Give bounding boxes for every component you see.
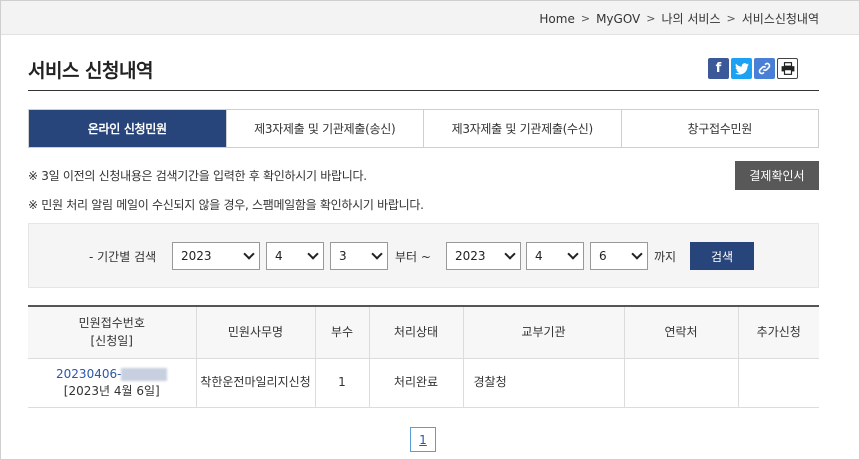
to-day-value: 6	[599, 249, 607, 263]
tab-third-party-received[interactable]: 제3자제출 및 기관제출(수신)	[423, 110, 621, 147]
chevron-down-icon	[243, 248, 255, 260]
from-month-value: 4	[275, 249, 283, 263]
col-extra-request: 추가신청	[738, 306, 819, 359]
chevron-right-icon: >	[646, 12, 656, 25]
col-contact: 연락처	[624, 306, 739, 359]
tab-counter-request[interactable]: 창구접수민원	[620, 110, 819, 147]
col-receipt-no: 민원접수번호 [신청일]	[28, 306, 197, 359]
payment-confirmation-button[interactable]: 결제확인서	[735, 161, 819, 190]
receipt-no-link[interactable]: 20230406-	[56, 367, 121, 381]
chevron-down-icon	[631, 248, 643, 260]
share-toolbar: f	[708, 58, 798, 79]
period-search-label: - 기간별 검색	[89, 250, 157, 264]
cell-copies: 1	[315, 358, 370, 408]
pagination-page-1[interactable]: 1	[410, 427, 436, 452]
link-icon[interactable]	[754, 58, 775, 79]
twitter-icon[interactable]	[731, 58, 752, 79]
chevron-down-icon	[504, 248, 516, 260]
breadcrumb-home[interactable]: Home	[539, 12, 574, 26]
col-copies: 부수	[315, 306, 370, 359]
from-year-select[interactable]: 2023	[172, 242, 260, 270]
from-month-select[interactable]: 4	[266, 242, 324, 270]
col-request-date-label: [신청일]	[90, 334, 133, 349]
redacted-text	[121, 367, 168, 381]
from-day-select[interactable]: 3	[330, 242, 388, 270]
chevron-down-icon	[567, 248, 579, 260]
to-month-value: 4	[535, 249, 543, 263]
from-year-value: 2023	[181, 249, 212, 263]
cell-agency: 경찰청	[463, 358, 625, 408]
to-year-value: 2023	[455, 249, 486, 263]
to-year-select[interactable]: 2023	[446, 242, 521, 270]
chevron-down-icon	[307, 248, 319, 260]
col-service-name: 민원사무명	[196, 306, 316, 359]
tab-online-request[interactable]: 온라인 신청민원	[29, 110, 226, 147]
page-title: 서비스 신청내역	[28, 60, 153, 82]
table-header-row: 민원접수번호 [신청일] 민원사무명 부수 처리상태 교부기관 연락처 추가신청	[28, 306, 819, 359]
to-month-select[interactable]: 4	[526, 242, 584, 270]
to-suffix: 까지	[654, 250, 677, 264]
chevron-right-icon: >	[726, 12, 736, 25]
request-history-table: 민원접수번호 [신청일] 민원사무명 부수 처리상태 교부기관 연락처 추가신청…	[28, 305, 819, 408]
chevron-down-icon	[371, 248, 383, 260]
col-receipt-no-label: 민원접수번호	[78, 316, 145, 331]
tab-bar: 온라인 신청민원 제3자제출 및 기관제출(송신) 제3자제출 및 기관제출(수…	[28, 109, 819, 148]
period-search-panel: - 기간별 검색 2023 4 3 부터 ~ 2023 4 6 까지 검색	[28, 223, 819, 288]
from-suffix: 부터 ~	[395, 250, 431, 264]
col-agency: 교부기관	[463, 306, 625, 359]
table-row: 20230406- [2023년 4월 6일] 착한운전마일리지신청 1 처리완…	[28, 358, 819, 408]
breadcrumb: Home > MyGOV > 나의 서비스 > 서비스신청내역	[539, 10, 819, 27]
cell-extra-request	[738, 358, 819, 408]
top-bar: Home > MyGOV > 나의 서비스 > 서비스신청내역	[1, 1, 859, 35]
breadcrumb-current[interactable]: 서비스신청내역	[742, 10, 819, 27]
breadcrumb-mygov[interactable]: MyGOV	[596, 12, 640, 26]
request-date: [2023년 4월 6일]	[63, 383, 160, 398]
facebook-icon[interactable]: f	[708, 58, 729, 79]
search-button[interactable]: 검색	[690, 242, 754, 270]
print-icon[interactable]	[777, 58, 798, 79]
cell-receipt-no[interactable]: 20230406- [2023년 4월 6일]	[28, 358, 197, 408]
breadcrumb-my-service[interactable]: 나의 서비스	[661, 10, 720, 27]
cell-status: 처리완료	[369, 358, 464, 408]
notice-spam-mail: ※ 민원 처리 알림 메일이 수신되지 않을 경우, 스팸메일함을 확인하시기 …	[28, 198, 424, 212]
cell-service-name: 착한운전마일리지신청	[196, 358, 316, 408]
chevron-right-icon: >	[580, 12, 591, 25]
cell-contact	[624, 358, 739, 408]
col-status: 처리상태	[369, 306, 464, 359]
title-divider	[28, 90, 819, 91]
notice-search-period: ※ 3일 이전의 신청내용은 검색기간을 입력한 후 확인하시기 바랍니다.	[28, 169, 367, 183]
tab-third-party-sent[interactable]: 제3자제출 및 기관제출(송신)	[225, 110, 424, 147]
to-day-select[interactable]: 6	[590, 242, 648, 270]
from-day-value: 3	[339, 249, 347, 263]
